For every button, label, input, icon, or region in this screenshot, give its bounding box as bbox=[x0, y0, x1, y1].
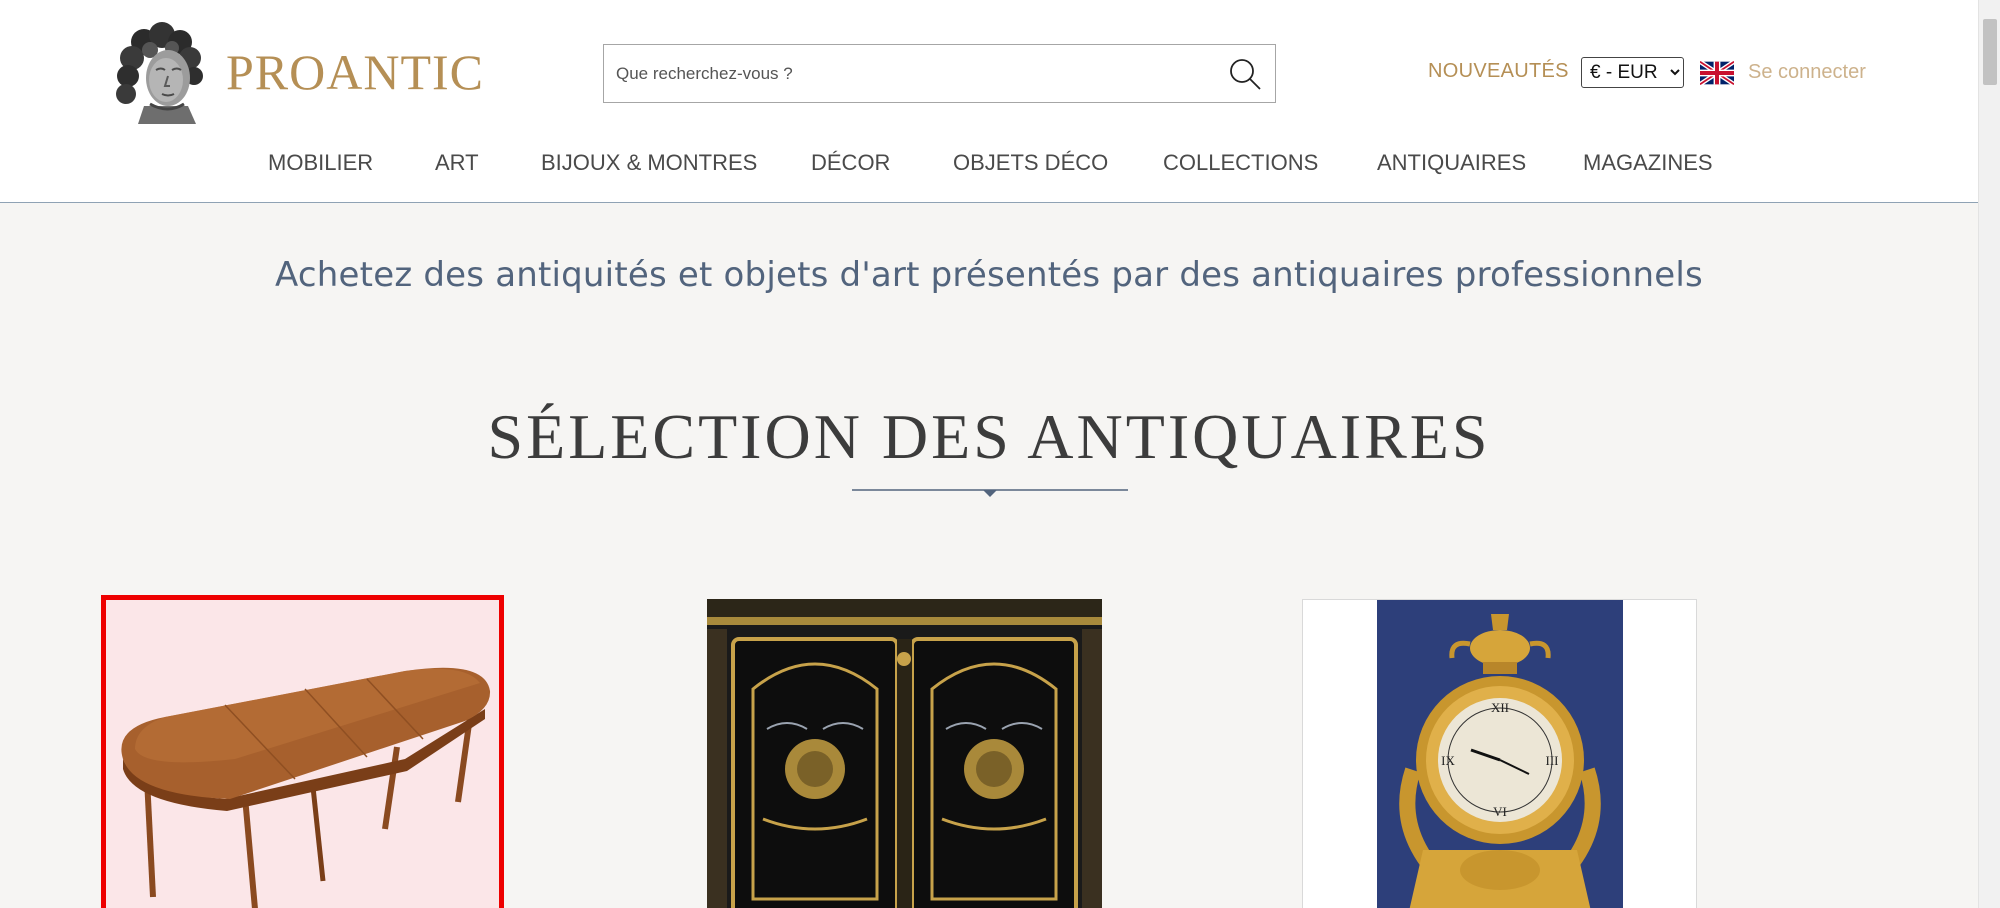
page-scrollbar[interactable] bbox=[1978, 0, 2000, 908]
page: PROANTIC NOUVEAUTÉS € - EUR Se connecter bbox=[0, 0, 2000, 908]
currency-select[interactable]: € - EUR bbox=[1581, 57, 1684, 88]
search-box bbox=[603, 44, 1276, 103]
login-link[interactable]: Se connecter bbox=[1748, 61, 1866, 84]
nav-item-magazines[interactable]: MAGAZINES bbox=[1583, 150, 1713, 176]
extendable-dining-table-image bbox=[105, 599, 500, 908]
nav-item-decor[interactable]: DÉCOR bbox=[811, 150, 890, 176]
tagline: Achetez des antiquités et objets d'art p… bbox=[275, 255, 1703, 295]
title-divider bbox=[852, 489, 1128, 497]
search-icon bbox=[1230, 58, 1261, 90]
boulle-cabinet-image bbox=[707, 599, 1102, 908]
nav-item-mobilier[interactable]: MOBILIER bbox=[268, 150, 373, 176]
nav-item-antiquaires[interactable]: ANTIQUAIRES bbox=[1377, 150, 1526, 176]
section-title: SÉLECTION DES ANTIQUAIRES bbox=[487, 401, 1491, 472]
svg-text:III: III bbox=[1546, 753, 1559, 768]
scrollbar-thumb[interactable] bbox=[1983, 19, 1997, 85]
gilt-bronze-mantel-clock-image: XII VI IX III bbox=[1303, 600, 1696, 908]
svg-text:VI: VI bbox=[1493, 804, 1507, 819]
logo-text: PROANTIC bbox=[226, 44, 485, 100]
site-header: PROANTIC NOUVEAUTÉS € - EUR Se connecter bbox=[0, 0, 1978, 203]
logo-link[interactable]: PROANTIC bbox=[110, 20, 484, 124]
uk-flag-icon[interactable] bbox=[1700, 61, 1734, 85]
nouveautes-link[interactable]: NOUVEAUTÉS bbox=[1428, 60, 1569, 83]
bust-logo-icon bbox=[116, 22, 203, 124]
search-button[interactable] bbox=[1215, 45, 1275, 102]
nav-item-objets-deco[interactable]: OBJETS DÉCO bbox=[953, 150, 1108, 176]
main-nav: MOBILIER ART BIJOUX & MONTRES DÉCOR OBJE… bbox=[0, 150, 1978, 180]
nav-item-collections[interactable]: COLLECTIONS bbox=[1163, 150, 1318, 176]
nav-item-bijoux[interactable]: BIJOUX & MONTRES bbox=[541, 150, 757, 176]
product-card-clock[interactable]: XII VI IX III bbox=[1302, 599, 1697, 908]
svg-text:IX: IX bbox=[1441, 753, 1455, 768]
product-card-cabinet[interactable] bbox=[707, 599, 1102, 908]
svg-text:XII: XII bbox=[1491, 700, 1509, 715]
product-card-table[interactable] bbox=[101, 595, 504, 908]
nav-item-art[interactable]: ART bbox=[435, 150, 479, 176]
search-input[interactable] bbox=[604, 45, 1215, 102]
